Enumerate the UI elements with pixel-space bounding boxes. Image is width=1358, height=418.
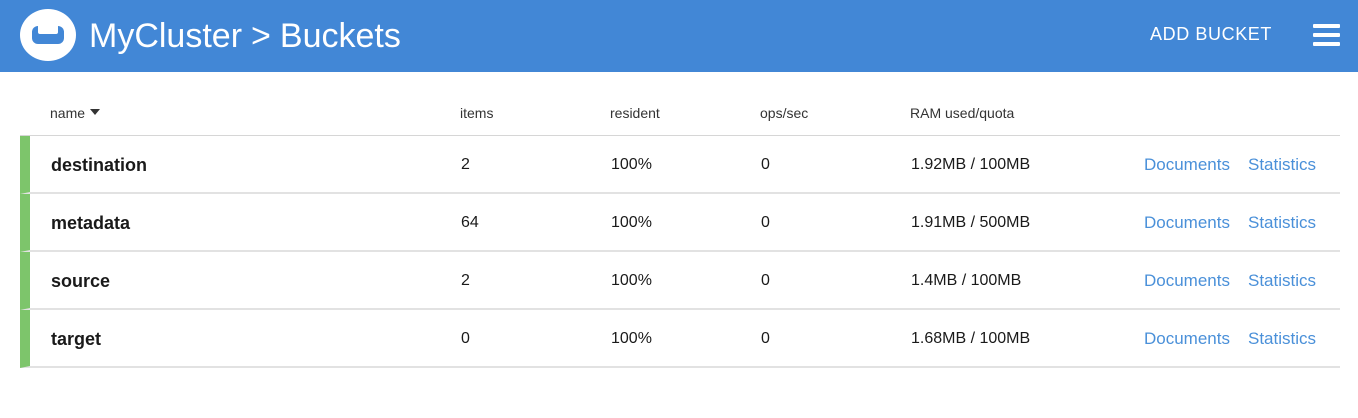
breadcrumb-page: Buckets xyxy=(279,16,401,55)
bucket-ram: 1.91MB / 500MB xyxy=(911,214,1031,231)
column-header-name[interactable]: name xyxy=(50,105,101,121)
bucket-ram: 1.4MB / 100MB xyxy=(911,272,1022,289)
caret-down-icon xyxy=(90,109,101,116)
documents-link[interactable]: Documents xyxy=(1144,194,1230,252)
bucket-resident: 100% xyxy=(611,272,652,289)
bucket-resident: 100% xyxy=(611,330,652,347)
bucket-resident: 100% xyxy=(611,156,652,173)
bucket-name[interactable]: source xyxy=(51,252,110,310)
bucket-resident: 100% xyxy=(611,214,652,231)
top-bar: MyCluster > Buckets ADD BUCKET xyxy=(0,0,1358,72)
documents-link[interactable]: Documents xyxy=(1144,310,1230,368)
couchbase-logo-icon[interactable] xyxy=(20,9,76,61)
breadcrumb-cluster[interactable]: MyCluster xyxy=(89,17,242,56)
statistics-link[interactable]: Statistics xyxy=(1248,194,1316,252)
buckets-table: name items resident ops/sec RAM used/quo… xyxy=(20,95,1340,368)
documents-link[interactable]: Documents xyxy=(1144,252,1230,310)
table-header: name items resident ops/sec RAM used/quo… xyxy=(20,95,1340,136)
bucket-items: 2 xyxy=(461,156,470,173)
table-row[interactable]: destination 2 100% 0 1.92MB / 100MB Docu… xyxy=(20,136,1340,194)
documents-link[interactable]: Documents xyxy=(1144,136,1230,194)
hamburger-menu-icon[interactable] xyxy=(1313,24,1340,46)
bucket-items: 0 xyxy=(461,330,470,347)
bucket-name[interactable]: target xyxy=(51,310,101,368)
bucket-items: 2 xyxy=(461,272,470,289)
bucket-name[interactable]: metadata xyxy=(51,194,130,252)
bucket-ops: 0 xyxy=(761,156,770,173)
table-row[interactable]: target 0 100% 0 1.68MB / 100MB Documents… xyxy=(20,310,1340,368)
breadcrumb-separator: > xyxy=(251,16,271,55)
statistics-link[interactable]: Statistics xyxy=(1248,136,1316,194)
breadcrumb: MyCluster > Buckets xyxy=(89,14,401,58)
column-header-ram: RAM used/quota xyxy=(910,105,1015,121)
column-header-items: items xyxy=(460,105,494,121)
statistics-link[interactable]: Statistics xyxy=(1248,252,1316,310)
bucket-ops: 0 xyxy=(761,214,770,231)
statistics-link[interactable]: Statistics xyxy=(1248,310,1316,368)
bucket-ram: 1.92MB / 100MB xyxy=(911,156,1031,173)
table-row[interactable]: source 2 100% 0 1.4MB / 100MB Documents … xyxy=(20,252,1340,310)
column-header-resident: resident xyxy=(610,105,660,121)
bucket-ops: 0 xyxy=(761,330,770,347)
add-bucket-button[interactable]: ADD BUCKET xyxy=(1150,20,1272,48)
column-header-ops: ops/sec xyxy=(760,105,809,121)
bucket-name[interactable]: destination xyxy=(51,136,147,194)
bucket-ram: 1.68MB / 100MB xyxy=(911,330,1031,347)
bucket-ops: 0 xyxy=(761,272,770,289)
table-row[interactable]: metadata 64 100% 0 1.91MB / 500MB Docume… xyxy=(20,194,1340,252)
bucket-items: 64 xyxy=(461,214,479,231)
